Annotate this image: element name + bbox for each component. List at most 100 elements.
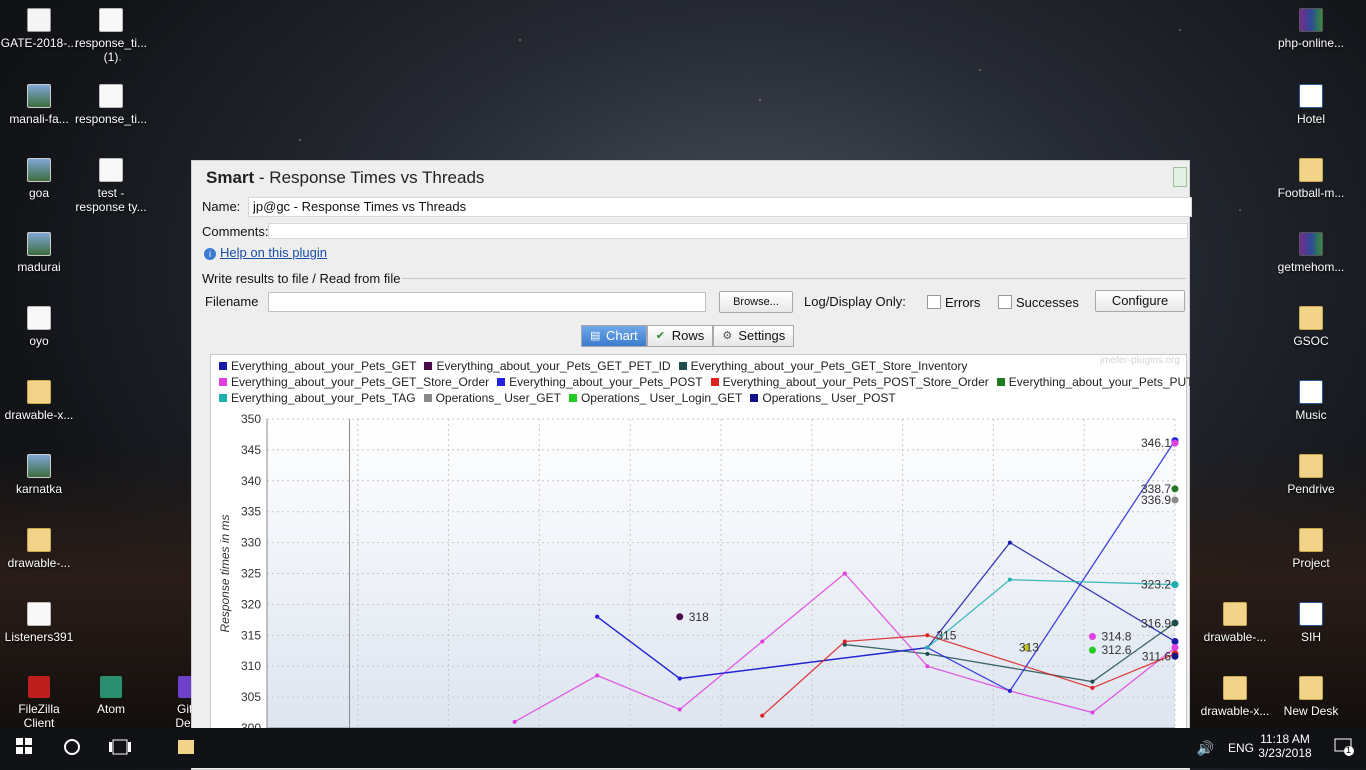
y-tick-label: 325 — [241, 567, 261, 581]
right-icon-4[interactable]: GSOC — [1272, 306, 1350, 348]
chart-icon: ▤ — [590, 330, 601, 342]
series-point — [760, 639, 765, 644]
right-icon-8[interactable]: drawable-... — [1196, 602, 1274, 644]
series-point — [925, 664, 930, 669]
left-icon-12[interactable]: FileZilla Client — [0, 676, 78, 730]
filename-input[interactable] — [268, 292, 706, 312]
data-label: 313 — [1019, 641, 1039, 655]
series-point — [676, 613, 684, 621]
right-icon-7[interactable]: Project — [1272, 528, 1350, 570]
archive-icon — [1299, 8, 1323, 32]
filename-label: Filename — [205, 294, 259, 309]
left-icon-5[interactable]: test - response ty... — [72, 158, 150, 214]
series-point — [1088, 646, 1096, 654]
right-icon-5[interactable]: Music — [1272, 380, 1350, 422]
doc-icon — [99, 158, 123, 182]
folder-icon — [1299, 676, 1323, 700]
right-icon-11[interactable]: New Desk — [1272, 676, 1350, 718]
comments-field[interactable] — [268, 223, 1188, 239]
left-icon-4[interactable]: goa — [0, 158, 78, 200]
word-icon — [1299, 84, 1323, 108]
series-point — [677, 676, 682, 681]
series-point — [1171, 581, 1179, 589]
right-icon-9[interactable]: SIH — [1272, 602, 1350, 644]
left-icon-0[interactable]: GATE-2018-... — [0, 8, 78, 50]
series-point — [1088, 633, 1096, 641]
left-icon-9[interactable]: karnatka — [0, 454, 78, 496]
left-icon-2[interactable]: manali-fa... — [0, 84, 78, 126]
right-icon-0[interactable]: php-online... — [1272, 8, 1350, 50]
errors-label: Errors — [945, 295, 981, 310]
notification-icon[interactable]: 1 — [1334, 738, 1354, 756]
y-tick-label: 310 — [241, 659, 261, 673]
gear-icon: ⚙ — [722, 330, 733, 342]
file-explorer-icon[interactable] — [178, 736, 194, 761]
configure-button[interactable]: Configure — [1095, 290, 1185, 312]
left-icon-8[interactable]: drawable-x... — [0, 380, 78, 422]
clock-date: 3/23/2018 — [1258, 746, 1312, 760]
help-link[interactable]: i Help on this plugin — [204, 245, 327, 260]
data-label: 312.6 — [1101, 643, 1131, 657]
successes-checkbox[interactable] — [998, 295, 1012, 309]
series-point — [1171, 619, 1179, 627]
tab-chart-label[interactable]: Chart — [606, 326, 638, 346]
volume-icon[interactable]: 🔊 — [1197, 740, 1214, 757]
right-icon-6[interactable]: Pendrive — [1272, 454, 1350, 496]
series-point — [1171, 439, 1179, 447]
data-label: 323.2 — [1141, 578, 1171, 592]
doc-icon — [99, 8, 123, 32]
resize-icon[interactable] — [1173, 167, 1187, 187]
archive-icon — [1299, 232, 1323, 256]
series-point — [677, 707, 682, 712]
series-point — [842, 639, 847, 644]
left-icon-7[interactable]: oyo — [0, 306, 78, 348]
name-field[interactable]: jp@gc - Response Times vs Threads — [248, 197, 1192, 217]
right-icon-2[interactable]: Football-m... — [1272, 158, 1350, 200]
doc-icon — [27, 602, 51, 626]
desktop-icon-label: getmehom... — [1277, 260, 1345, 274]
tab-settings-label[interactable]: Settings — [738, 326, 785, 346]
left-icon-10[interactable]: drawable-... — [0, 528, 78, 570]
filezilla-icon — [28, 676, 50, 698]
search-icon[interactable] — [63, 738, 81, 761]
series-point — [1090, 679, 1095, 684]
windows-start-icon[interactable] — [16, 738, 32, 759]
series-point — [925, 645, 930, 650]
left-icon-3[interactable]: response_ti... — [72, 84, 150, 126]
desktop-icon-label: Atom — [96, 702, 125, 716]
language-indicator[interactable]: ENG — [1228, 741, 1254, 755]
tab-chart[interactable]: ▤ Chart — [581, 325, 647, 347]
left-icon-6[interactable]: madurai — [0, 232, 78, 274]
desktop-icon-label: drawable-x... — [4, 408, 74, 422]
folder-icon — [1299, 158, 1323, 182]
left-icon-13[interactable]: Atom — [72, 676, 150, 716]
left-icon-1[interactable]: response_ti... (1) — [72, 8, 150, 64]
word-icon — [1299, 602, 1323, 626]
folder-icon — [1299, 306, 1323, 330]
desktop-icon-label: FileZilla Client — [18, 702, 60, 730]
tab-settings[interactable]: ⚙ Settings — [713, 325, 795, 347]
errors-checkbox[interactable] — [927, 295, 941, 309]
tab-rows[interactable]: ✔ Rows — [646, 325, 714, 347]
left-icon-11[interactable]: Listeners391 — [0, 602, 78, 644]
series-point — [1171, 652, 1179, 660]
desktop-icon-label: GATE-2018-... — [0, 36, 78, 50]
chart-svg: 01.12.23.34.45.56.67.78.89.9113003053103… — [218, 412, 1182, 761]
right-icon-3[interactable]: getmehom... — [1272, 232, 1350, 274]
window-title-bold: Smart — [206, 168, 255, 187]
browse-button[interactable]: Browse... — [719, 291, 793, 313]
folder-icon — [1223, 676, 1247, 700]
help-link-label[interactable]: Help on this plugin — [220, 245, 327, 260]
series-point — [1007, 540, 1012, 545]
clock-time: 11:18 AM — [1260, 732, 1310, 746]
task-view-icon[interactable] — [109, 739, 131, 760]
y-tick-label: 335 — [241, 505, 261, 519]
doc-icon — [99, 84, 123, 108]
clock[interactable]: 11:18 AM 3/23/2018 — [1256, 732, 1314, 760]
right-icon-10[interactable]: drawable-x... — [1196, 676, 1274, 718]
desktop-icon-label: drawable-... — [1203, 630, 1267, 644]
desktop-icon-label: drawable-x... — [1200, 704, 1270, 718]
log-display-label: Log/Display Only: — [804, 294, 906, 309]
right-icon-1[interactable]: Hotel — [1272, 84, 1350, 126]
tab-rows-label[interactable]: Rows — [672, 326, 705, 346]
